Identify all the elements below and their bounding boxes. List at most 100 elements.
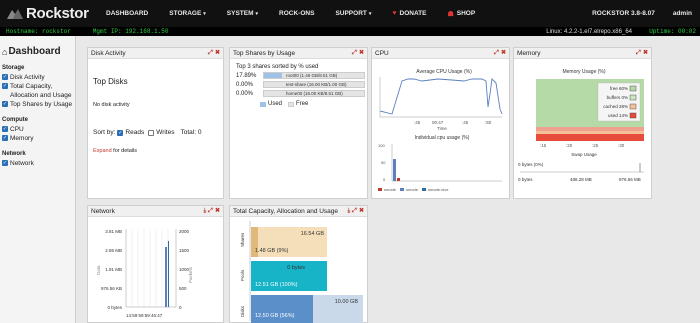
cart-icon: ☗ xyxy=(447,10,454,18)
sidebar-item[interactable]: ✓ Network xyxy=(2,159,75,168)
nav-label: SUPPORT xyxy=(335,10,367,17)
shares-legend: Used Free xyxy=(260,101,367,107)
memory-legend-cached: cached 28% xyxy=(603,104,628,109)
cap-row-label: Shares xyxy=(240,232,245,247)
download-icon[interactable]: ⤓ xyxy=(348,208,351,214)
sidebar-item[interactable]: ✓ Disk Activity xyxy=(2,73,75,82)
expand-rest: for details xyxy=(111,148,138,154)
net-y-tick: 2.86 MB xyxy=(105,248,122,253)
net-bar xyxy=(168,241,169,307)
nav-dashboard[interactable]: DASHBOARD xyxy=(106,10,148,18)
no-activity-text: No disk activity xyxy=(93,102,130,108)
net-y-tick: 1.91 MB xyxy=(105,267,122,272)
resize-icon[interactable]: ⤢ xyxy=(208,208,213,214)
top-disks-heading: Top Disks xyxy=(93,77,128,86)
cpu-x-label: Time xyxy=(437,126,447,131)
cpu-bar xyxy=(397,178,400,181)
memory-x-tick: :25 xyxy=(592,143,599,148)
share-usage-bar: root00 (1.46 GB/8.51 GB) xyxy=(263,72,365,79)
memory-legend-free: free 60% xyxy=(610,86,628,91)
checkbox-checked[interactable]: ✓ xyxy=(2,126,8,132)
net-y2-tick: 1500 xyxy=(179,248,190,253)
cpu-x-tick: 00:47 xyxy=(432,120,444,125)
memory-x-tick: :15 xyxy=(540,143,547,148)
legend-swatch xyxy=(629,112,637,119)
sort-controls: Sort by: ✓ Reads Writes Total: 0 xyxy=(93,129,223,136)
memory-charts: Memory Usage (%) free 60% buffers 0% cac… xyxy=(518,69,644,182)
chevron-down-icon: ▾ xyxy=(368,10,372,17)
expand-link[interactable]: Expand xyxy=(93,148,112,154)
share-usage-bar: home00 (16.00 KB/8.51 GB) xyxy=(263,90,365,97)
brand-logo[interactable]: Rockstor xyxy=(6,5,92,22)
close-icon[interactable]: ✖ xyxy=(643,50,648,56)
net-y-tick: 0 bytes xyxy=(107,305,122,310)
memory-buffer-area xyxy=(536,127,644,131)
sidebar-item-label: Network xyxy=(10,160,34,167)
widget-title: Total Capacity, Allocation and Usage xyxy=(233,208,339,215)
nav-storage[interactable]: STORAGE ▾ xyxy=(169,10,206,18)
nav-rock-ons[interactable]: ROCK-ONS xyxy=(279,10,314,18)
download-icon[interactable]: ⤓ xyxy=(204,208,207,214)
sidebar-item-label: Disk Activity xyxy=(10,74,45,81)
share-row: 17.89% root00 (1.46 GB/8.51 GB) xyxy=(236,72,367,79)
memory-legend-used: used 14% xyxy=(608,113,628,118)
swap-bytes: 0 bytes (0%) xyxy=(518,162,544,167)
memory-legend-buffers: buffers 0% xyxy=(607,95,628,100)
cpu-x-tick: :45 xyxy=(462,120,469,125)
share-percent: 0.00% xyxy=(236,90,254,97)
share-usage-fill xyxy=(264,73,282,78)
close-icon[interactable]: ✖ xyxy=(215,50,220,56)
nav-label: SHOP xyxy=(456,10,476,17)
cap-value-left: 12.50 GB (56%) xyxy=(255,313,295,319)
close-icon[interactable]: ✖ xyxy=(501,50,506,56)
nav-system[interactable]: SYSTEM ▾ xyxy=(227,10,258,18)
legend-used: Used xyxy=(268,101,283,107)
resize-icon[interactable]: ⤢ xyxy=(352,50,357,56)
resize-icon[interactable]: ⤢ xyxy=(208,50,213,56)
close-icon[interactable]: ✖ xyxy=(359,208,364,214)
sidebar-item[interactable]: ✓ Total Capacity, Allocation and Usage xyxy=(2,82,75,100)
share-usage-bar: test-share (16.00 KB/1.00 GB) xyxy=(263,81,365,88)
legend-swatch xyxy=(378,188,382,191)
checkbox-checked[interactable]: ✓ xyxy=(2,101,8,107)
capacity-chart: Shares 1.48 GB (9%) 16.54 GB Pools 12.51… xyxy=(240,221,363,323)
nav-donate[interactable]: ♥ DONATE xyxy=(392,10,426,18)
resize-icon[interactable]: ⤢ xyxy=(352,208,357,214)
memory-x-tick: :30 xyxy=(618,143,625,148)
sidebar: ⌂ Dashboard Storage ✓ Disk Activity ✓ Total … xyxy=(0,36,76,323)
swap-tick: 488.28 MB xyxy=(570,177,592,182)
user-menu[interactable]: admin xyxy=(673,10,692,17)
legend-swatch xyxy=(629,94,637,101)
sidebar-title: ⌂ Dashboard xyxy=(2,46,75,57)
close-icon[interactable]: ✖ xyxy=(215,208,220,214)
checkbox-checked[interactable]: ✓ xyxy=(2,160,8,166)
cap-value-right: 16.54 GB xyxy=(301,231,325,237)
nav-shop[interactable]: ☗ SHOP xyxy=(448,10,476,18)
cap-row-label: Disks xyxy=(240,305,245,317)
status-bar: Hostname: rockstor Mgmt IP: 192.168.1.50… xyxy=(0,27,700,36)
checkbox-checked[interactable]: ✓ xyxy=(2,83,8,89)
reads-checkbox[interactable]: ✓ xyxy=(117,130,124,136)
close-icon[interactable]: ✖ xyxy=(359,50,364,56)
rockstor-logo-icon xyxy=(7,8,23,19)
total-label: Total: 0 xyxy=(180,129,202,136)
widget-title: Memory xyxy=(517,50,541,57)
checkbox-checked[interactable]: ✓ xyxy=(2,74,8,80)
network-chart: 3.81 MB 2.86 MB 1.91 MB 976.56 KB 0 byte… xyxy=(96,229,193,318)
resize-icon[interactable]: ⤢ xyxy=(494,50,499,56)
sidebar-group-heading: Compute xyxy=(2,117,28,123)
sidebar-item[interactable]: ✓ Top Shares by Usage xyxy=(2,100,75,109)
widget-title: CPU xyxy=(375,50,389,57)
writes-checkbox[interactable] xyxy=(148,130,155,136)
nav-support[interactable]: SUPPORT ▾ xyxy=(335,10,371,18)
memory-chart-title: Memory Usage (%) xyxy=(562,69,605,75)
sidebar-item[interactable]: ✓ Memory xyxy=(2,134,75,143)
checkbox-checked[interactable]: ✓ xyxy=(2,135,8,141)
disk-activity-widget: Disk Activity ⤢ ✖ Top Disks No disk activ… xyxy=(87,47,224,199)
resize-icon[interactable]: ⤢ xyxy=(636,50,641,56)
sidebar-item[interactable]: ✓ CPU xyxy=(2,125,75,134)
widget-title: Top Shares by Usage xyxy=(233,50,296,57)
cpu-y-tick: 100 xyxy=(378,143,385,148)
net-y-label: Data xyxy=(96,265,101,275)
cpu-y-tick: 50 xyxy=(381,160,386,165)
